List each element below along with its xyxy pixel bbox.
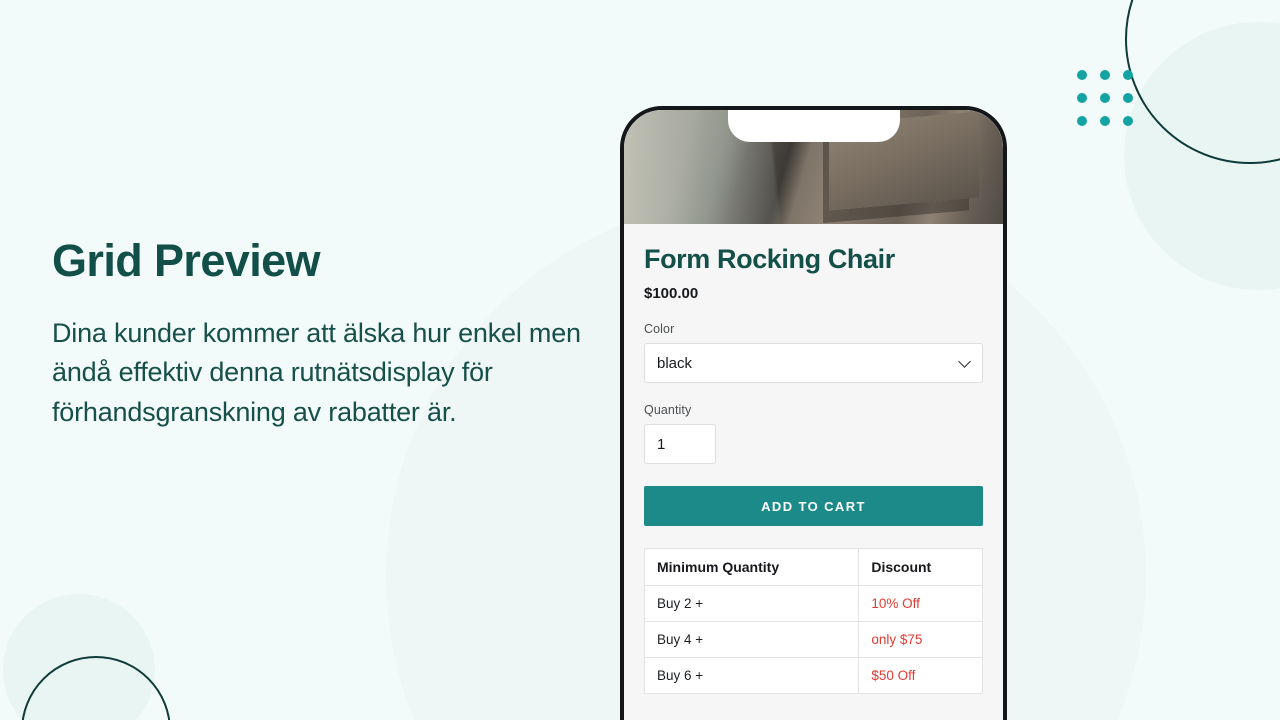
grid-dot [1123, 116, 1133, 126]
grid-dot [1123, 93, 1133, 103]
page-title: Grid Preview [52, 235, 321, 286]
color-select[interactable]: black [644, 343, 983, 384]
dot-grid-icon [1077, 70, 1133, 126]
product-title: Form Rocking Chair [644, 244, 895, 274]
quantity-field-label: Quantity [644, 403, 692, 418]
cell-discount: 10% Off [858, 585, 983, 623]
decorative-circle-top-right-filled [1124, 22, 1280, 290]
color-field-label: Color [644, 322, 675, 337]
promo-copy-block: Grid Preview Dina kunder kommer att älsk… [52, 236, 582, 433]
table-row: Buy 6 + $50 Off [643, 657, 983, 695]
phone-notch [727, 110, 900, 142]
color-select-value: black [657, 354, 693, 372]
grid-dot [1123, 70, 1133, 80]
decorative-circle-bottom-left-outline [21, 656, 171, 720]
grid-dot [1100, 93, 1110, 103]
promo-description: Dina kunder kommer att älska hur enkel m… [52, 317, 581, 428]
phone-mockup: Form Rocking Chair $100.00 Color black Q… [620, 106, 1007, 720]
phone-screen: Form Rocking Chair $100.00 Color black Q… [624, 110, 1003, 720]
cell-discount: $50 Off [858, 657, 983, 695]
grid-dot [1077, 93, 1087, 103]
table-row: Buy 2 + 10% Off [643, 585, 983, 623]
grid-dot [1100, 116, 1110, 126]
table-row: Buy 4 + only $75 [643, 621, 983, 659]
cell-discount: only $75 [858, 621, 983, 659]
discount-table-body: Buy 2 + 10% Off Buy 4 + only $75 Buy 6 +… [643, 585, 983, 695]
decorative-circle-top-right-outline [1125, 0, 1280, 164]
table-header-row: Minimum Quantity Discount [643, 548, 983, 587]
grid-dot [1077, 70, 1087, 80]
grid-dot [1100, 70, 1110, 80]
discount-table-head: Minimum Quantity Discount [643, 548, 983, 587]
column-header-minimum-quantity: Minimum Quantity [643, 548, 860, 587]
product-price: $100.00 [644, 285, 699, 303]
product-detail-panel: Form Rocking Chair $100.00 Color black Q… [624, 224, 1003, 720]
quantity-input[interactable]: 1 [644, 424, 716, 465]
add-to-cart-button[interactable]: ADD TO CART [644, 486, 983, 527]
cell-minimum-quantity: Buy 2 + [643, 585, 860, 623]
discount-table: Minimum Quantity Discount Buy 2 + 10% Of… [643, 548, 983, 695]
cell-minimum-quantity: Buy 6 + [643, 657, 860, 695]
decorative-circle-bottom-left-filled [3, 594, 155, 720]
column-header-discount: Discount [858, 548, 983, 587]
cell-minimum-quantity: Buy 4 + [643, 621, 860, 659]
grid-dot [1077, 116, 1087, 126]
chevron-down-icon [958, 355, 971, 368]
product-hero-image [624, 110, 1003, 224]
